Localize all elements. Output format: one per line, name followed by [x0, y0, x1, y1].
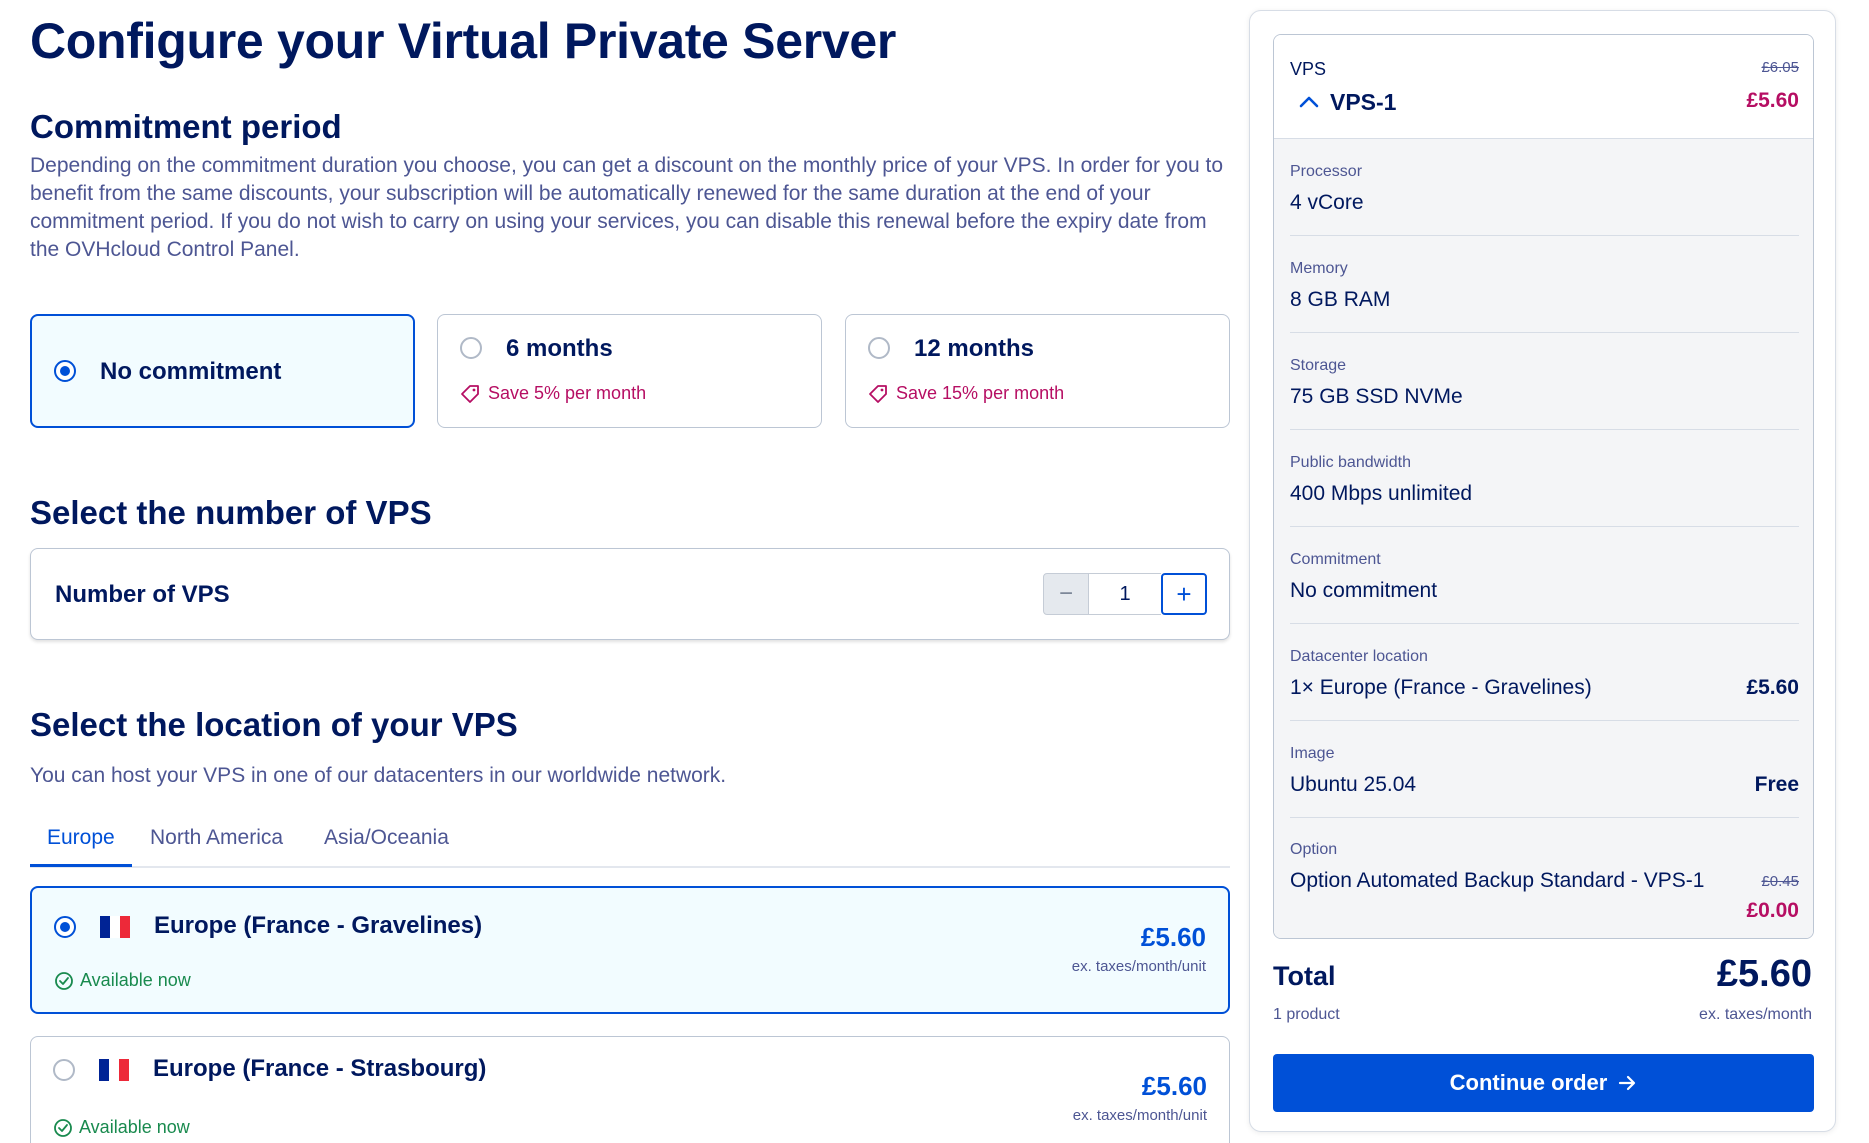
divider	[1290, 817, 1799, 818]
divider	[1290, 720, 1799, 721]
divider	[1290, 526, 1799, 527]
location-price: £5.60	[1140, 922, 1206, 952]
summary-product: VPS-1	[1330, 89, 1397, 115]
row-label: Datacenter location	[1290, 648, 1428, 665]
radio-6-months[interactable]	[460, 337, 482, 359]
summary-price: £5.60	[1746, 89, 1799, 112]
row-value: 1× Europe (France - Gravelines)	[1290, 676, 1592, 699]
discount-text: Save 5% per month	[488, 383, 647, 403]
commitment-option-label: No commitment	[100, 358, 282, 385]
availability-status: Available now	[53, 1117, 190, 1138]
radio-strasbourg[interactable]	[53, 1059, 75, 1081]
tab-north-america[interactable]: North America	[150, 826, 283, 850]
row-label: Storage	[1290, 357, 1347, 374]
discount-badge: Save 5% per month	[460, 383, 646, 404]
quantity-label: Number of VPS	[55, 581, 230, 608]
divider	[1290, 332, 1799, 333]
row-label: Processor	[1290, 163, 1363, 180]
row-value: 4 vCore	[1290, 191, 1364, 214]
row-label: Image	[1290, 745, 1335, 762]
total-product-count: 1 product	[1273, 1006, 1340, 1023]
discount-text: Save 15% per month	[896, 383, 1065, 403]
location-option-strasbourg[interactable]: Europe (France - Strasbourg) Available n…	[30, 1036, 1230, 1143]
summary-details: Processor 4 vCore Memory 8 GB RAM Storag…	[1274, 139, 1813, 938]
tag-icon	[869, 384, 887, 403]
commitment-option-none[interactable]: No commitment	[30, 314, 415, 428]
row-label: Option	[1290, 841, 1338, 858]
location-title: Select the location of your VPS	[30, 706, 518, 743]
location-description: You can host your VPS in one of our data…	[30, 764, 727, 787]
location-option-gravelines[interactable]: Europe (France - Gravelines) Available n…	[30, 886, 1230, 1014]
active-tab-indicator	[30, 864, 132, 867]
location-name: Europe (France - Strasbourg)	[153, 1055, 487, 1082]
price-unit: ex. taxes/month/unit	[1072, 1107, 1207, 1124]
radio-no-commitment[interactable]	[54, 360, 76, 382]
summary-card: VPS £6.05 VPS-1 £5.60 Processor 4 vCore …	[1273, 34, 1814, 939]
discount-badge: Save 15% per month	[868, 383, 1064, 404]
row-old-price: £0.45	[1761, 873, 1799, 890]
availability-text: Available now	[80, 970, 191, 990]
row-price: £0.00	[1746, 899, 1799, 922]
commitment-option-label: 12 months	[914, 335, 1035, 362]
radio-12-months[interactable]	[868, 337, 890, 359]
continue-order-label: Continue order	[1449, 1070, 1608, 1095]
quantity-box: Number of VPS − 1 +	[30, 548, 1230, 640]
row-value: No commitment	[1290, 579, 1438, 602]
region-tabs: Europe North America Asia/Oceania	[30, 818, 1230, 868]
decrement-button[interactable]: −	[1043, 573, 1089, 615]
row-price: £5.60	[1746, 676, 1799, 699]
order-summary: VPS £6.05 VPS-1 £5.60 Processor 4 vCore …	[1249, 10, 1836, 1132]
row-value: 8 GB RAM	[1290, 288, 1391, 311]
chevron-up-icon[interactable]	[1298, 93, 1320, 109]
summary-old-price: £6.05	[1761, 59, 1799, 76]
divider	[1290, 235, 1799, 236]
availability-status: Available now	[54, 970, 191, 991]
check-circle-icon	[55, 971, 73, 990]
location-name: Europe (France - Gravelines)	[154, 912, 483, 939]
row-label: Commitment	[1290, 551, 1381, 568]
price-unit: ex. taxes/month/unit	[1071, 958, 1206, 975]
total-label: Total	[1273, 961, 1336, 991]
continue-order-button[interactable]: Continue order	[1273, 1054, 1814, 1112]
arrow-right-icon	[1619, 1075, 1636, 1091]
commitment-description: Depending on the commitment duration you…	[30, 154, 1224, 261]
quantity-title: Select the number of VPS	[30, 494, 432, 531]
quantity-input[interactable]: 1	[1089, 573, 1161, 615]
commitment-option-label: 6 months	[506, 335, 613, 362]
commitment-option-6-months[interactable]: 6 months Save 5% per month	[437, 314, 822, 428]
row-value: 75 GB SSD NVMe	[1290, 385, 1463, 408]
commitment-title: Commitment period	[30, 108, 342, 145]
row-value: 400 Mbps unlimited	[1290, 482, 1473, 505]
increment-button[interactable]: +	[1161, 573, 1207, 615]
check-circle-icon	[54, 1118, 72, 1137]
commitment-option-12-months[interactable]: 12 months Save 15% per month	[845, 314, 1230, 428]
radio-gravelines[interactable]	[54, 916, 76, 938]
tab-europe[interactable]: Europe	[47, 826, 115, 850]
availability-text: Available now	[79, 1117, 190, 1137]
summary-category: VPS	[1290, 59, 1327, 79]
row-value: Ubuntu 25.04	[1290, 773, 1417, 796]
summary-header[interactable]: VPS £6.05 VPS-1 £5.60	[1274, 35, 1813, 139]
row-label: Public bandwidth	[1290, 454, 1411, 471]
row-value: Option Automated Backup Standard - VPS-1	[1290, 869, 1705, 892]
france-flag-icon	[99, 1059, 129, 1081]
france-flag-icon	[100, 916, 130, 938]
row-price: Free	[1754, 773, 1799, 796]
total-price: £5.60	[1716, 953, 1812, 995]
tab-asia-oceania[interactable]: Asia/Oceania	[324, 826, 449, 850]
row-label: Memory	[1290, 260, 1348, 277]
location-price: £5.60	[1141, 1071, 1207, 1101]
divider	[1290, 429, 1799, 430]
total-unit: ex. taxes/month	[1699, 1006, 1812, 1023]
divider	[1290, 623, 1799, 624]
tag-icon	[461, 384, 479, 403]
page-title: Configure your Virtual Private Server	[30, 13, 897, 69]
